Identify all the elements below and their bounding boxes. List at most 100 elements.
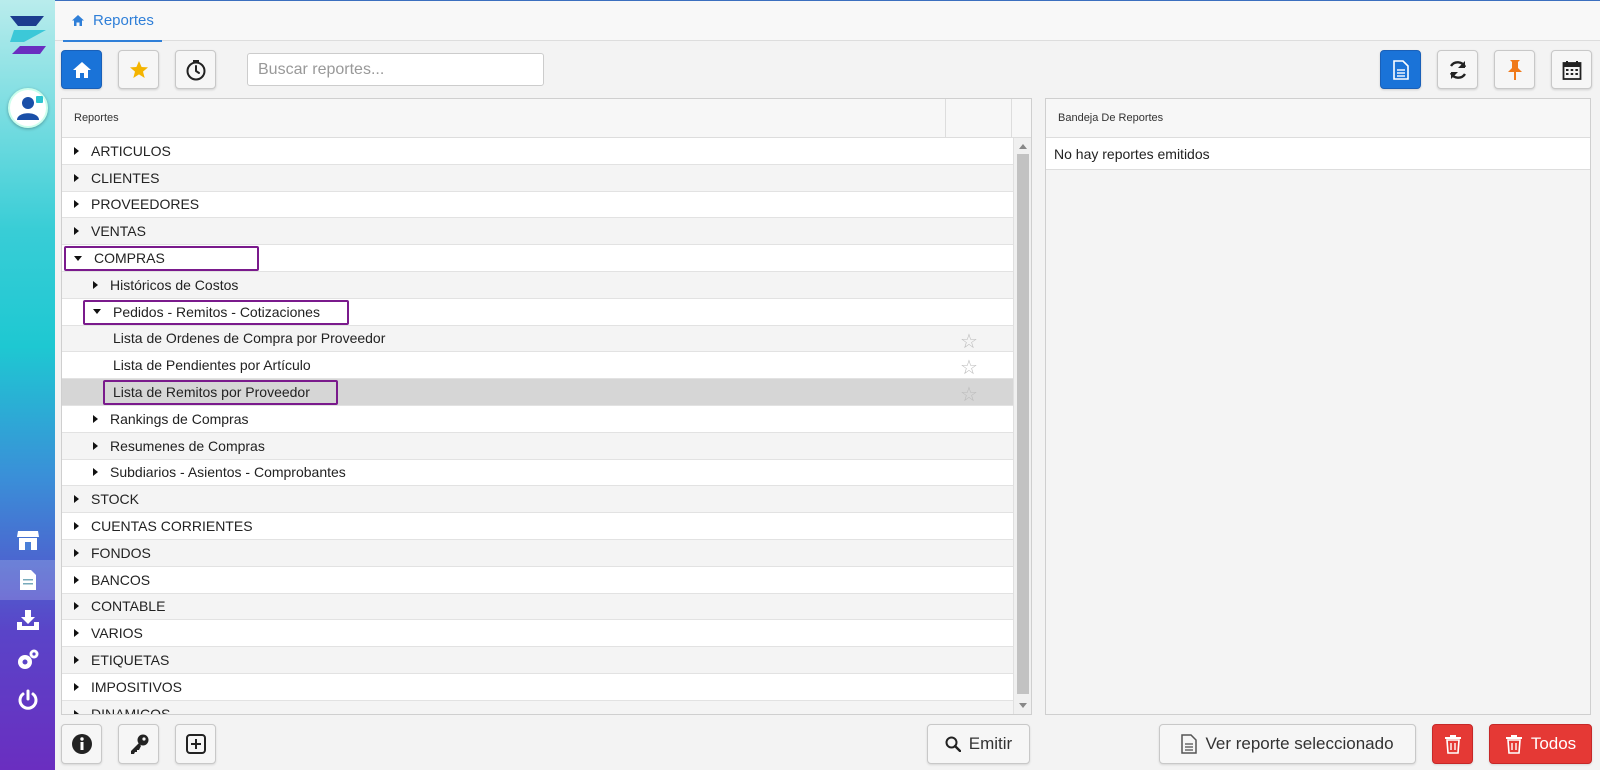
tree-row[interactable]: Subdiarios - Asientos - Comprobantes (62, 460, 1013, 487)
caret-right-icon[interactable] (74, 709, 79, 714)
document-icon (1181, 734, 1198, 754)
tree-row[interactable]: VENTAS (62, 218, 1013, 246)
sidebar (0, 0, 55, 770)
favorite-star-icon[interactable]: ☆ (960, 329, 978, 354)
tree-row-label: FONDOS (91, 544, 151, 561)
tree-row[interactable]: CONTABLE (62, 593, 1013, 621)
caret-right-icon[interactable] (74, 548, 79, 557)
tree-row-label: VENTAS (91, 223, 146, 240)
tree-row[interactable]: BANCOS (62, 567, 1013, 594)
home-icon (72, 61, 91, 78)
highlight-box (64, 246, 259, 272)
power-icon[interactable] (0, 680, 55, 720)
tree-row[interactable]: ETIQUETAS (62, 647, 1013, 674)
key-button[interactable] (118, 724, 159, 764)
caret-right-icon[interactable] (74, 146, 79, 155)
search-input[interactable] (247, 53, 544, 86)
tree-row[interactable]: STOCK (62, 486, 1013, 514)
report-tree: ARTICULOS CLIENTES PROVEEDORES VENTAS COMPRA… (62, 138, 1013, 714)
reports-view-button[interactable] (1380, 50, 1421, 89)
caret-right-icon[interactable] (74, 227, 79, 236)
caret-right-icon[interactable] (93, 441, 98, 450)
calendar-button[interactable] (1551, 50, 1592, 89)
download-tray-icon[interactable] (0, 600, 55, 640)
caret-right-icon[interactable] (74, 629, 79, 638)
caret-right-icon[interactable] (93, 468, 98, 477)
store-icon[interactable] (0, 520, 55, 560)
tree-row[interactable]: FONDOS (62, 539, 1013, 567)
refresh-button[interactable] (1437, 50, 1478, 89)
tree-row[interactable]: ARTICULOS (62, 138, 1013, 165)
scroll-down-arrow-icon[interactable] (1019, 703, 1027, 708)
pin-button[interactable] (1494, 50, 1535, 89)
tree-row-label: Lista de Ordenes de Compra por Proveedor (113, 330, 386, 347)
delete-all-button[interactable]: Todos (1489, 724, 1592, 764)
tree-row-label: BANCOS (91, 571, 151, 588)
tree-row-label: Resumenes de Compras (110, 437, 265, 454)
tree-row-label: CLIENTES (91, 169, 160, 186)
tree-scrollbar[interactable] (1013, 138, 1031, 714)
report-file-icon[interactable] (0, 560, 55, 600)
tree-row[interactable]: Históricos de Costos (62, 271, 1013, 299)
user-avatar[interactable] (8, 88, 48, 128)
caret-right-icon[interactable] (74, 495, 79, 504)
tree-row-label: IMPOSITIVOS (91, 678, 183, 695)
emitir-label: Emitir (968, 734, 1013, 753)
emitir-button[interactable]: Emitir (927, 724, 1030, 764)
scroll-thumb[interactable] (1017, 154, 1029, 694)
tree-row-label: Históricos de Costos (110, 276, 239, 293)
tree-row-label: Lista de Pendientes por Artículo (113, 357, 311, 374)
tree-row[interactable]: Rankings de Compras (62, 406, 1013, 433)
caret-right-icon[interactable] (74, 656, 79, 665)
tree-row[interactable]: Resumenes de Compras (62, 432, 1013, 460)
add-button[interactable] (175, 724, 216, 764)
tree-row-label: CONTABLE (91, 598, 166, 615)
tree-row[interactable]: PROVEEDORES (62, 192, 1013, 219)
reports-panel-title: Reportes (74, 112, 119, 124)
tree-row[interactable]: Lista de Pendientes por Artículo ☆ (62, 352, 1013, 379)
favorite-star-icon[interactable]: ☆ (960, 355, 978, 380)
pin-icon (1507, 59, 1522, 80)
tree-row[interactable]: DINAMICOS (62, 700, 1013, 714)
caret-right-icon[interactable] (74, 200, 79, 209)
tree-row[interactable]: Lista de Remitos por Proveedor ☆ (62, 379, 1013, 406)
info-button[interactable] (61, 724, 102, 764)
favorite-star-icon[interactable]: ☆ (960, 382, 978, 407)
caret-right-icon[interactable] (74, 522, 79, 531)
report-tray-empty: No hay reportes emitidos (1046, 138, 1590, 170)
tree-row-label: CUENTAS CORRIENTES (91, 518, 253, 535)
tree-row[interactable]: CUENTAS CORRIENTES (62, 513, 1013, 540)
tab-reportes[interactable]: Reportes (63, 1, 162, 42)
tree-row[interactable]: Pedidos - Remitos - Cotizaciones (62, 299, 1013, 326)
star-icon (129, 61, 148, 78)
trash-icon (1444, 735, 1461, 754)
report-tray-panel: Bandeja De Reportes No hay reportes emit… (1045, 98, 1591, 715)
header-divider (1011, 99, 1012, 137)
caret-right-icon[interactable] (93, 280, 98, 289)
home-button[interactable] (61, 50, 102, 89)
caret-right-icon[interactable] (74, 575, 79, 584)
tree-row-label: VARIOS (91, 625, 143, 642)
tree-row[interactable]: Lista de Ordenes de Compra por Proveedor… (62, 325, 1013, 354)
scroll-up-arrow-icon[interactable] (1019, 144, 1027, 149)
tree-row[interactable]: VARIOS (62, 620, 1013, 648)
trash-icon (1505, 735, 1522, 754)
favorites-button[interactable] (118, 50, 159, 89)
caret-right-icon[interactable] (93, 414, 98, 423)
app-logo[interactable] (6, 12, 50, 58)
reports-panel: Reportes ARTICULOS CLIENTES PROVEEDORES VEN… (61, 98, 1032, 715)
tree-row[interactable]: CLIENTES (62, 164, 1013, 192)
refresh-icon (1449, 60, 1466, 79)
delete-all-label: Todos (1530, 734, 1577, 753)
history-button[interactable] (175, 50, 216, 89)
caret-right-icon[interactable] (74, 682, 79, 691)
view-selected-report-button[interactable]: Ver reporte seleccionado (1159, 724, 1416, 764)
caret-right-icon[interactable] (74, 173, 79, 182)
delete-button[interactable] (1432, 724, 1473, 764)
report-tray-header: Bandeja De Reportes (1046, 99, 1590, 138)
settings-gears-icon[interactable] (0, 640, 55, 680)
caret-right-icon[interactable] (74, 602, 79, 611)
header-divider (945, 99, 946, 137)
tree-row[interactable]: IMPOSITIVOS (62, 674, 1013, 701)
tree-row[interactable]: COMPRAS (62, 245, 1013, 272)
